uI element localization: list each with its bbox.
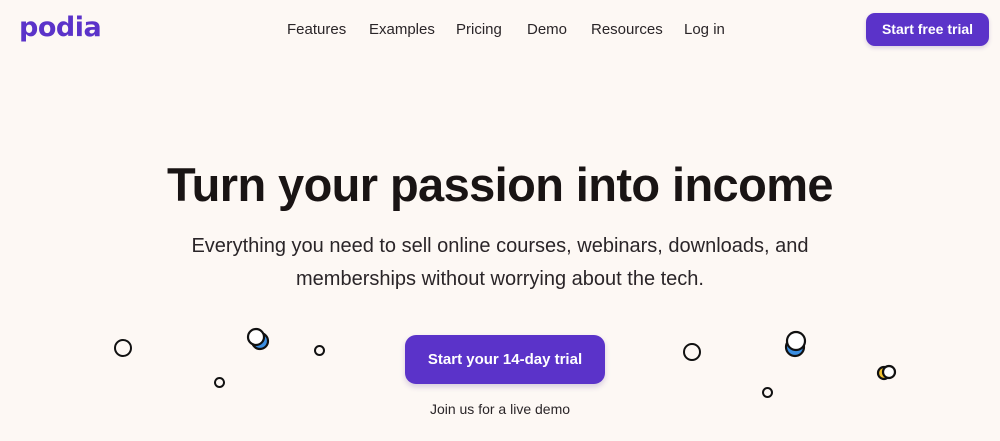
hero-subheadline: Everything you need to sell online cours… <box>191 235 809 290</box>
start-free-trial-button[interactable]: Start free trial <box>866 13 989 46</box>
nav-login[interactable]: Log in <box>684 20 725 40</box>
ring-decoration <box>762 387 773 398</box>
ring-decoration <box>114 339 132 357</box>
yellow-bubble-decoration <box>876 364 897 381</box>
ring-decoration <box>314 345 325 356</box>
site-header: podia Features Examples Pricing Demo Res… <box>0 0 1000 60</box>
blue-bubble-decoration <box>246 327 270 351</box>
landing-page: podia Features Examples Pricing Demo Res… <box>0 0 1000 441</box>
nav-examples[interactable]: Examples <box>369 20 435 40</box>
ring-decoration <box>214 377 225 388</box>
blue-bubble-decoration <box>784 330 807 358</box>
main-nav: Features Examples Pricing Demo Resources… <box>0 20 1000 40</box>
live-demo-link[interactable]: Join us for a live demo <box>0 399 1000 419</box>
start-trial-button[interactable]: Start your 14-day trial <box>405 335 605 384</box>
ring-decoration <box>683 343 701 361</box>
nav-resources[interactable]: Resources <box>591 20 663 40</box>
nav-demo[interactable]: Demo <box>527 20 567 40</box>
hero-headline: Turn your passion into income <box>167 158 833 211</box>
nav-features[interactable]: Features <box>287 20 346 40</box>
nav-pricing[interactable]: Pricing <box>456 20 502 40</box>
